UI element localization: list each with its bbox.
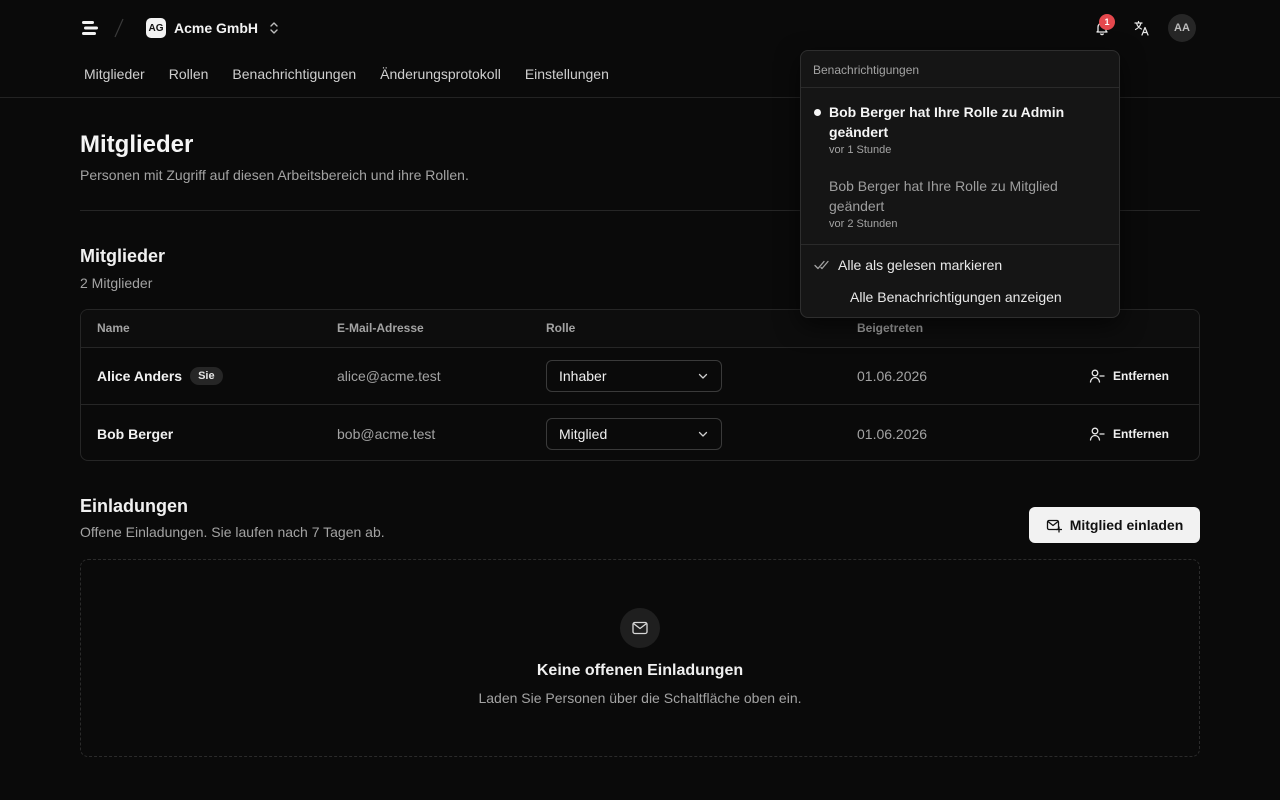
language-button[interactable] — [1128, 14, 1156, 42]
member-joined-cell: 01.06.2026 — [857, 405, 928, 460]
notifications-dropdown: Benachrichtigungen Bob Berger hat Ihre R… — [800, 50, 1120, 318]
org-switcher[interactable]: AG Acme GmbH — [146, 16, 280, 40]
tab-audit-log[interactable]: Änderungsprotokoll — [380, 64, 501, 84]
tab-members[interactable]: Mitglieder — [84, 64, 145, 84]
notifications-divider — [801, 244, 1119, 245]
chevron-up-down-icon — [270, 22, 278, 34]
notification-item[interactable]: Bob Berger hat Ihre Rolle zu Mitglied ge… — [801, 176, 1119, 236]
view-all-notifications-link[interactable]: Alle Benachrichtigungen anzeigen — [850, 289, 1062, 305]
page-subtitle: Personen mit Zugriff auf diesen Arbeitsb… — [80, 167, 469, 183]
remove-member-button[interactable]: Entfernen — [1089, 426, 1169, 442]
you-badge: Sie — [190, 366, 223, 385]
member-email: alice@acme.test — [337, 367, 441, 384]
invitations-subtitle: Offene Einladungen. Sie laufen nach 7 Ta… — [80, 524, 385, 540]
column-header-role: Rolle — [546, 321, 576, 335]
translate-icon — [1134, 20, 1149, 36]
org-avatar: AG — [146, 18, 166, 38]
tab-notifications[interactable]: Benachrichtigungen — [232, 64, 356, 84]
member-joined-cell: 01.06.2026 — [857, 347, 927, 404]
notification-time: vor 1 Stunde — [829, 144, 892, 156]
mark-all-read-button[interactable]: Alle als gelesen markieren — [814, 257, 1002, 273]
empty-state-subtitle: Laden Sie Personen über die Schaltfläche… — [478, 690, 802, 706]
notification-time: vor 2 Stunden — [829, 218, 898, 230]
remove-member-label: Entfernen — [1113, 368, 1170, 383]
notification-item[interactable]: Bob Berger hat Ihre Rolle zu Admin geänd… — [801, 102, 1119, 162]
table-row: Bob Berger bob@acme.test Mitglied 01.06.… — [81, 404, 1199, 460]
user-minus-icon — [1089, 369, 1105, 383]
role-select-value: Inhaber — [559, 367, 607, 384]
member-actions-cell: Entfernen — [1089, 347, 1169, 404]
remove-member-button[interactable]: Entfernen — [1089, 368, 1169, 384]
member-role-cell: Inhaber — [546, 347, 722, 404]
remove-member-label: Entfernen — [1113, 426, 1170, 441]
role-select-value: Mitglied — [559, 425, 608, 442]
nav-tabs: Mitglieder Rollen Benachrichtigungen Änd… — [84, 64, 609, 84]
page-title: Mitglieder — [80, 131, 194, 158]
notifications-header: Benachrichtigungen — [801, 51, 1119, 88]
member-name-cell: Alice Anders Sie — [97, 347, 223, 404]
tab-roles[interactable]: Rollen — [169, 64, 209, 84]
notification-text: Bob Berger hat Ihre Rolle zu Mitglied ge… — [829, 178, 1058, 214]
chevron-down-icon — [698, 431, 708, 437]
invitations-empty-state: Keine offenen Einladungen Laden Sie Pers… — [80, 559, 1200, 757]
unread-dot — [814, 109, 821, 116]
member-name: Alice Anders — [97, 367, 183, 384]
view-all-notifications-label: Alle Benachrichtigungen anzeigen — [850, 289, 1062, 305]
chevron-down-icon — [698, 373, 708, 379]
mail-plus-icon — [1046, 519, 1062, 533]
org-name: Acme GmbH — [174, 20, 259, 36]
members-section-title: Mitglieder — [80, 246, 166, 266]
notification-text: Bob Berger hat Ihre Rolle zu Admin geänd… — [829, 104, 1065, 140]
role-select[interactable]: Mitglied — [546, 417, 722, 450]
member-email: bob@acme.test — [337, 425, 436, 442]
table-row: Alice Anders Sie alice@acme.test Inhaber… — [81, 347, 1199, 404]
member-role-cell: Mitglied — [546, 405, 722, 460]
member-name-cell: Bob Berger — [97, 405, 174, 460]
empty-state-title: Keine offenen Einladungen — [536, 662, 744, 679]
invite-member-button[interactable]: Mitglied einladen — [1029, 507, 1200, 543]
member-joined-date: 01.06.2026 — [857, 367, 928, 384]
members-count: 2 Mitglieder — [80, 275, 153, 291]
member-joined-date: 01.06.2026 — [857, 425, 928, 442]
check-double-icon — [814, 260, 829, 270]
tab-settings[interactable]: Einstellungen — [525, 64, 609, 84]
role-select[interactable]: Inhaber — [546, 359, 722, 392]
member-actions-cell: Entfernen — [1089, 405, 1169, 460]
mail-icon — [620, 608, 660, 648]
mark-all-read-label: Alle als gelesen markieren — [838, 257, 1003, 273]
column-header-name: Name — [97, 321, 130, 335]
notification-count-badge: 1 — [1099, 14, 1115, 30]
column-header-joined: Beigetreten — [857, 321, 924, 335]
member-name: Bob Berger — [97, 425, 174, 442]
member-email-cell: bob@acme.test — [337, 405, 436, 460]
top-bar: AG Acme GmbH 1 AA — [0, 0, 1280, 56]
breadcrumb-separator — [114, 18, 124, 38]
invitations-section-title: Einladungen — [80, 496, 188, 516]
invite-member-label: Mitglied einladen — [1069, 517, 1184, 533]
logo-icon[interactable] — [80, 18, 100, 38]
member-email-cell: alice@acme.test — [337, 347, 441, 404]
column-header-email: E-Mail-Adresse — [337, 321, 424, 335]
user-avatar[interactable]: AA — [1168, 14, 1196, 42]
user-minus-icon — [1089, 427, 1105, 441]
members-table: Name E-Mail-Adresse Rolle Beigetreten Al… — [80, 309, 1200, 461]
